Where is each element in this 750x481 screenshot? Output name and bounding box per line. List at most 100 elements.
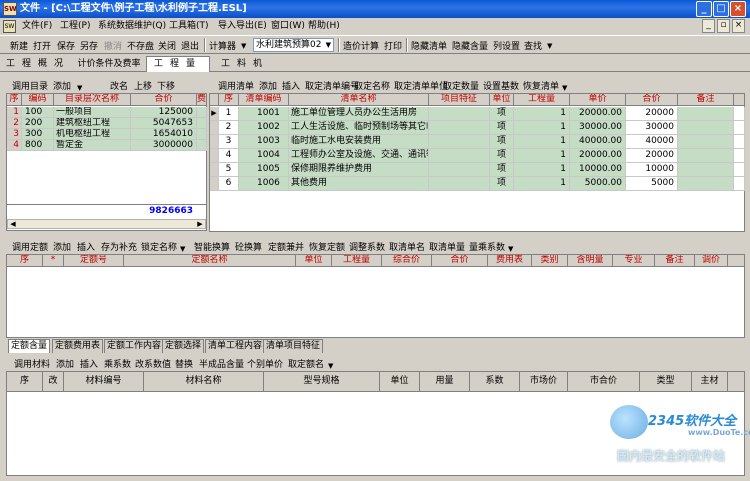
column-header[interactable]: 主材 [692,372,728,392]
calculator-button[interactable]: 计算器 [209,39,236,52]
column-header[interactable]: * [43,255,64,267]
column-header[interactable]: 专业 [613,255,655,267]
tab-project-overview[interactable]: 工程概况 [6,57,70,72]
restore-bill-button[interactable]: 恢复清单 [523,79,559,92]
bill-row[interactable]: 4 1004 工程师办公室及设施、交通、通讯等 项 1 20000.00 20000 [210,149,745,163]
cost-calc-button[interactable]: 造价计算 [343,39,379,52]
lock-name-button[interactable]: 锁定名称 [141,240,177,253]
rename-button[interactable]: 改名 [110,79,128,92]
move-down-button[interactable]: 下移 [157,79,175,92]
column-header[interactable]: 备注 [655,255,695,267]
take-quota-name-button[interactable]: 取定额名 [288,357,324,370]
close-button[interactable]: 关闭 [158,39,176,52]
semi-finished-content-button[interactable]: 半成品含量 [199,357,244,370]
column-header[interactable]: 类型 [640,372,692,392]
column-header[interactable]: 合价 [626,94,678,106]
call-material-button[interactable]: 调用材料 [14,357,50,370]
tab-labor-material-machine[interactable]: 工料机 [212,57,278,72]
quantity-times-coefficient-button[interactable]: 量乘系数 [469,240,505,253]
set-name-button[interactable]: 取定名称 [354,79,390,92]
save-button[interactable]: 保存 [57,39,75,52]
restore-quota-button[interactable]: 恢复定额 [309,240,345,253]
column-header[interactable]: 合价 [131,94,197,106]
insert-quota-button[interactable]: 插入 [77,240,95,253]
adjust-coefficient-button[interactable]: 调整系数 [349,240,385,253]
title-bar[interactable]: SW 文件 - [C:\工程文件\例子工程\水利例子工程.ESL] _ □ × [0,0,750,18]
close-icon[interactable]: × [730,1,746,17]
tab-quota-content[interactable]: 定额含量 [8,339,51,353]
move-up-button[interactable]: 上移 [134,79,152,92]
save-as-supplement-button[interactable]: 存为补充 [101,240,137,253]
take-bill-name-button[interactable]: 取清单名 [389,240,425,253]
column-header[interactable]: 调价 [695,255,728,267]
tab-quantities[interactable]: 工程量 [146,56,210,72]
chevron-down-icon[interactable]: ▼ [328,362,333,370]
column-header[interactable]: 含明量 [568,255,613,267]
column-header[interactable]: 清单编码 [239,94,289,106]
individual-price-button[interactable]: 个别单价 [247,357,283,370]
menu-toolbox[interactable]: 工具箱(T) [169,18,209,35]
column-header[interactable]: 合价 [432,255,488,267]
menu-file[interactable]: 文件(F) [22,18,52,35]
bill-row[interactable]: ▶ 1 1001 施工单位管理人员办公生活用房项 1 20000.00 20000 [210,107,745,121]
chevron-down-icon[interactable]: ▼ [241,42,246,50]
call-directory-button[interactable]: 调用目录 [12,79,48,92]
column-header[interactable]: 单位 [490,94,514,106]
mdi-restore-icon[interactable]: ▫ [717,19,730,33]
mdi-close-icon[interactable]: × [732,19,745,33]
menu-import-export[interactable]: 导入导出(E) [218,18,267,35]
column-header[interactable]: 市场价 [520,372,568,392]
set-quantity-button[interactable]: 取定数量 [443,79,479,92]
call-quota-button[interactable]: 调用定额 [12,240,48,253]
undo-button[interactable]: 撤消 [104,39,122,52]
find-button[interactable]: 查找 [524,39,542,52]
column-header[interactable]: 目录层次名称 [54,94,131,106]
column-header[interactable]: 类别 [532,255,568,267]
add-bill-button[interactable]: 添加 [259,79,277,92]
tab-quota-cost-table[interactable]: 定额费用表 [52,339,104,353]
directory-row[interactable]: 4 800 暂定金 3000000 [7,140,207,151]
column-header[interactable]: 序 [7,94,22,106]
take-bill-quantity-button[interactable]: 取清单量 [429,240,465,253]
column-header[interactable]: 编码 [22,94,54,106]
minimize-icon[interactable]: _ [696,1,712,17]
add-directory-button[interactable]: 添加 [53,79,71,92]
bill-row[interactable]: 3 1003 临时施工水电安装费用 项 1 40000.00 40000 [210,135,745,149]
column-header[interactable]: 材料编号 [64,372,144,392]
chevron-down-icon[interactable]: ▼ [547,42,552,50]
menu-window[interactable]: 窗口(W) [271,18,305,35]
bill-row[interactable]: 2 1002 工人生活设施、临时预制场等其它临 项 1 30000.00 30000 [210,121,745,135]
hide-list-button[interactable]: 隐藏清单 [411,39,447,52]
insert-bill-button[interactable]: 插入 [282,79,300,92]
arrow-right-icon[interactable]: ▶ [195,220,205,228]
chevron-down-icon[interactable]: ▼ [77,84,82,92]
set-bill-number-button[interactable]: 取定清单编号 [305,79,359,92]
menu-help[interactable]: 帮助(H) [308,18,340,35]
add-material-button[interactable]: 添加 [56,357,74,370]
chevron-down-icon[interactable]: ▼ [508,245,513,253]
mdi-minimize-icon[interactable]: _ [702,19,715,33]
column-header[interactable]: 综合价 [382,255,432,267]
insert-material-button[interactable]: 插入 [80,357,98,370]
column-header[interactable]: 用量 [420,372,470,392]
column-header[interactable]: 定额名称 [124,255,296,267]
column-header[interactable]: 序 [7,255,43,267]
multiply-coefficient-button[interactable]: 乘系数 [104,357,131,370]
set-base-button[interactable]: 设置基数 [483,79,519,92]
column-settings-button[interactable]: 列设置 [493,39,520,52]
directory-row[interactable]: 1 100 一般项目 125000 [7,107,207,118]
column-header[interactable]: 单位 [380,372,420,392]
column-header[interactable]: 工程量 [332,255,382,267]
bill-row[interactable]: 5 1005 保修期限养维护费用 项 1 10000.00 10000 [210,163,745,177]
menu-project[interactable]: 工程(P) [60,18,90,35]
quota-library-select[interactable]: 水利建筑预算02 ▼ [253,38,334,52]
column-header[interactable]: 市合价 [568,372,640,392]
column-header[interactable]: 清单名称 [289,94,429,106]
column-header[interactable]: 定额号 [64,255,124,267]
save-as-button[interactable]: 另存 [80,39,98,52]
tab-bill-work-content[interactable]: 清单工程内容 [205,339,266,353]
exit-button[interactable]: 退出 [181,39,199,52]
tab-pricing-conditions[interactable]: 计价条件及费率 [72,57,146,72]
hide-content-button[interactable]: 隐藏含量 [452,39,488,52]
add-quota-button[interactable]: 添加 [53,240,71,253]
